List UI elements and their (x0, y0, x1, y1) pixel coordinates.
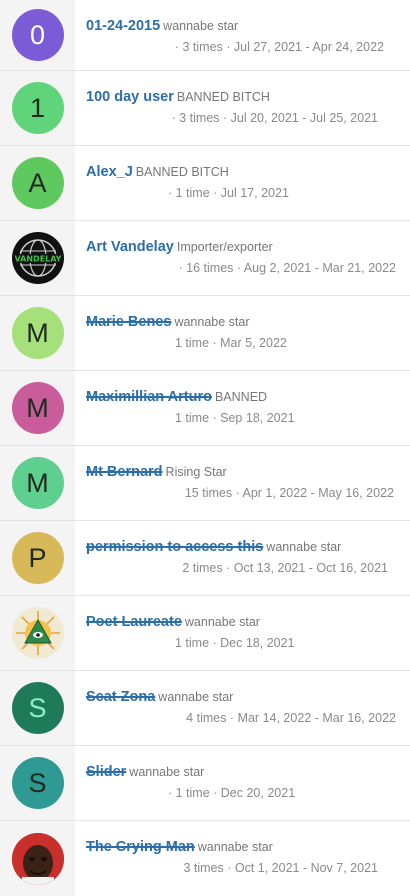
list-item: P permission to access this wannabe star … (0, 521, 410, 596)
post-stats: 2 times · Oct 13, 2021 - Oct 16, 2021 (182, 561, 388, 575)
list-item: A Alex_J BANNED BITCH · 1 time · Jul 17, … (0, 146, 410, 221)
avatar-pyramid-eye[interactable] (11, 607, 64, 659)
post-stats: 4 times · Mar 14, 2022 - Mar 16, 2022 (186, 711, 396, 725)
list-item: 1 100 day user BANNED BITCH · 3 times · J… (0, 71, 410, 146)
avatar-vandelay-logo[interactable]: VANDELAY (11, 232, 64, 284)
pyramid-eye-icon (15, 611, 60, 655)
user-title: BANNED BITCH (135, 165, 229, 179)
user-list: 0 01-24-2015 wannabe star · 3 times · Jul… (0, 0, 410, 896)
avatar[interactable]: S (11, 682, 64, 734)
avatar-crying-man-photo[interactable] (11, 832, 64, 885)
username-link[interactable]: 100 day user (86, 89, 174, 105)
post-stats: · 3 times · Jul 20, 2021 - Jul 25, 2021 (171, 111, 378, 125)
username-link[interactable]: Poet Laureate (86, 614, 182, 630)
post-stats: 3 times · Oct 1, 2021 - Nov 7, 2021 (183, 861, 378, 875)
username-link[interactable]: Scat Zona (86, 689, 155, 705)
user-title: wannabe star (197, 840, 273, 854)
user-title: Importer/exporter (176, 240, 273, 254)
user-title: BANNED (214, 390, 268, 404)
list-item: 0 01-24-2015 wannabe star · 3 times · Jul… (0, 0, 410, 71)
list-item: VANDELAY Art Vandelay Importer/exporter ·… (0, 221, 410, 296)
avatar[interactable]: 1 (11, 82, 64, 134)
avatar[interactable]: M (11, 307, 64, 359)
avatar[interactable]: S (11, 757, 64, 809)
list-item: M Marie Benes wannabe star 1 time · Mar 5… (0, 296, 410, 371)
post-stats: 1 time · Dec 18, 2021 (175, 636, 295, 650)
post-stats: 1 time · Sep 18, 2021 (175, 411, 295, 425)
username-link[interactable]: The Crying Man (86, 839, 195, 855)
post-stats: 15 times · Apr 1, 2022 - May 16, 2022 (184, 486, 394, 500)
globe-logo-icon: VANDELAY (13, 239, 62, 277)
list-item: The Crying Man wannabe star 3 times · Oct… (0, 821, 410, 896)
user-title: wannabe star (129, 765, 205, 779)
post-stats: · 3 times · Jul 27, 2021 - Apr 24, 2022 (174, 40, 384, 54)
username-link[interactable]: Marie Benes (86, 314, 171, 330)
user-title: wannabe star (174, 315, 250, 329)
user-title: wannabe star (266, 540, 342, 554)
list-item: M Maximillian Arturo BANNED 1 time · Sep … (0, 371, 410, 446)
list-item: M Mt Bernard Rising Star 15 times · Apr 1… (0, 446, 410, 521)
username-link[interactable]: permission to access this (86, 539, 263, 555)
username-link[interactable]: Art Vandelay (86, 239, 174, 255)
avatar[interactable]: A (11, 157, 64, 209)
crying-face-photo-icon (11, 832, 64, 885)
post-stats: · 16 times · Aug 2, 2021 - Mar 21, 2022 (178, 261, 396, 275)
list-item: S Slider wannabe star · 1 time · Dec 20, … (0, 746, 410, 821)
username-link[interactable]: Slider (86, 764, 126, 780)
username-link[interactable]: Alex_J (86, 164, 133, 180)
avatar[interactable]: 0 (11, 9, 64, 61)
user-title: BANNED BITCH (176, 90, 270, 104)
post-stats: · 1 time · Jul 17, 2021 (168, 186, 289, 200)
user-title: wannabe star (163, 19, 239, 33)
user-title: Rising Star (165, 465, 227, 479)
post-stats: 1 time · Mar 5, 2022 (175, 336, 287, 350)
list-item: S Scat Zona wannabe star 4 times · Mar 14… (0, 671, 410, 746)
user-title: wannabe star (158, 690, 234, 704)
svg-text:VANDELAY: VANDELAY (14, 255, 61, 264)
user-title: wannabe star (184, 615, 260, 629)
avatar[interactable]: M (11, 382, 64, 434)
username-link[interactable]: 01-24-2015 (86, 18, 160, 34)
avatar[interactable]: M (11, 457, 64, 509)
username-link[interactable]: Mt Bernard (86, 464, 163, 480)
list-item: Poet Laureate wannabe star 1 time · Dec 1… (0, 596, 410, 671)
username-link[interactable]: Maximillian Arturo (86, 389, 212, 405)
post-stats: · 1 time · Dec 20, 2021 (168, 786, 296, 800)
avatar[interactable]: P (11, 532, 64, 584)
